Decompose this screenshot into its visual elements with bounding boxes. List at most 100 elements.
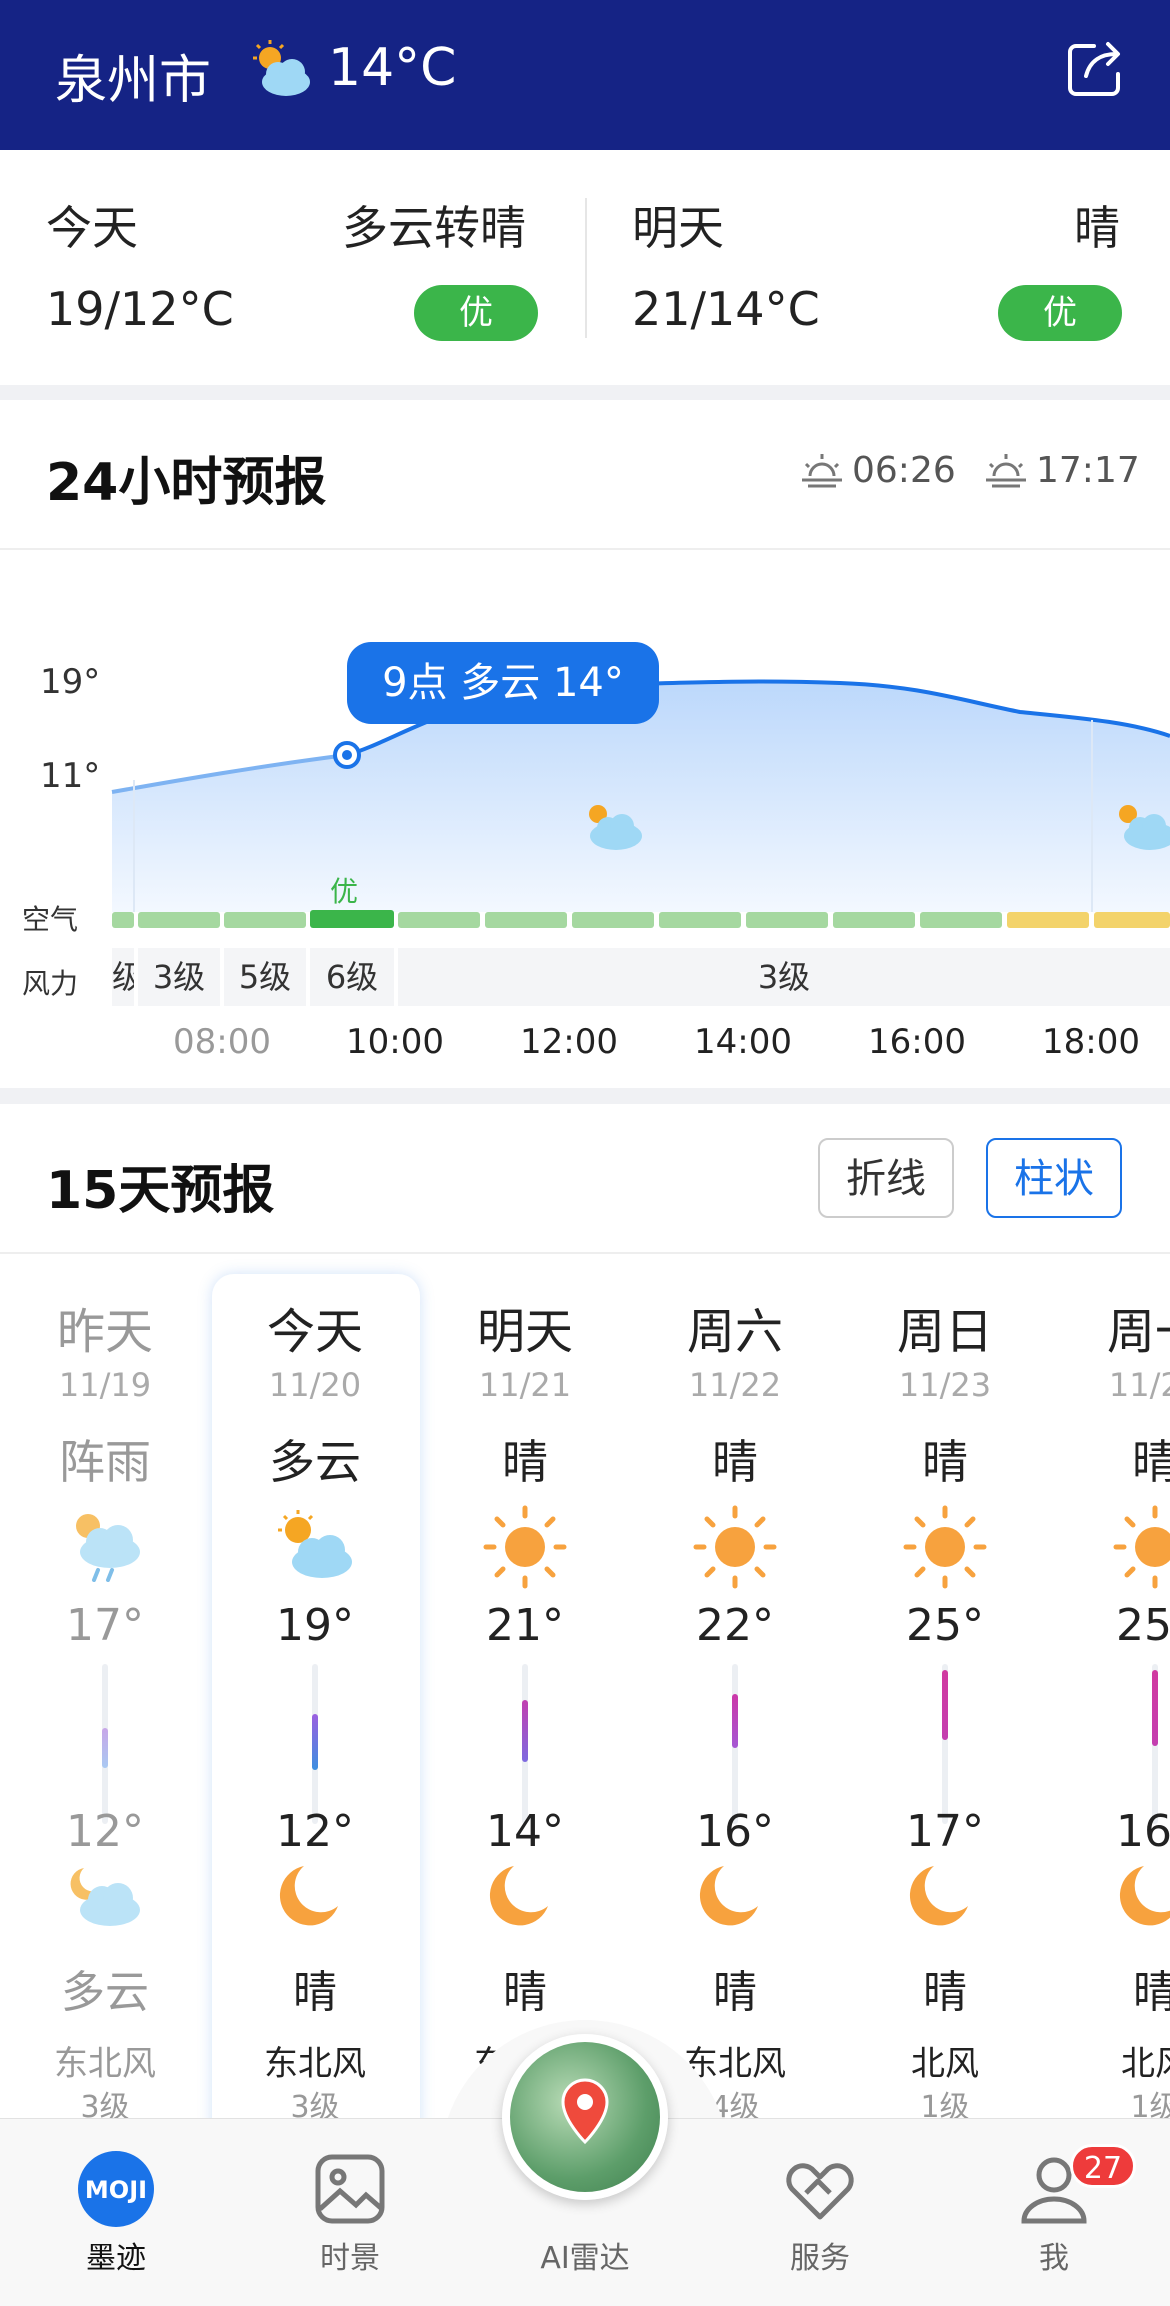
aqi-segment xyxy=(398,912,480,928)
tomorrow-label: 明天 xyxy=(632,201,724,255)
sun-icon xyxy=(693,1505,777,1589)
nav-services[interactable]: 服务 xyxy=(740,2119,900,2306)
aqi-segment xyxy=(833,912,915,928)
svg-text:MOJI: MOJI xyxy=(85,2176,147,2204)
high-temp: 22° xyxy=(696,1600,774,1651)
moon-icon xyxy=(1119,1866,1170,1926)
hour-label: 18:00 xyxy=(1042,1022,1140,1062)
day-condition: 晴 xyxy=(502,1435,548,1489)
wind-direction: 北风 xyxy=(911,2044,979,2084)
aqi-segment xyxy=(659,912,741,928)
aqi-segment xyxy=(112,912,134,928)
wind-row-label: 风力 xyxy=(22,967,79,1000)
aqi-segment xyxy=(224,912,306,928)
nav-label: 服务 xyxy=(790,2241,850,2276)
hourly-forecast-section: 24小时预报 06:26 17:17 19° 11° 9点 多云 14° 优 空… xyxy=(0,400,1170,1088)
temp-range-fill xyxy=(312,1714,318,1770)
share-icon[interactable] xyxy=(1064,38,1126,100)
radar-map-icon[interactable] xyxy=(502,2034,668,2200)
low-temp: 16° xyxy=(1116,1806,1170,1857)
tomorrow-condition: 晴 xyxy=(1074,201,1120,255)
hour-label: 12:00 xyxy=(520,1022,618,1062)
moon-icon xyxy=(279,1866,338,1926)
nav-scenes[interactable]: 时景 xyxy=(270,2119,430,2306)
today-tomorrow-card: 今天 多云转晴 19/12°C 优 明天 晴 21/14°C 优 xyxy=(0,150,1170,385)
current-hour-dot xyxy=(342,750,352,760)
hour-label: 10:00 xyxy=(346,1022,444,1062)
temp-range-fill xyxy=(522,1700,528,1762)
temp-range-fill xyxy=(942,1670,948,1740)
low-temp: 17° xyxy=(906,1806,984,1857)
current-temperature: 14°C xyxy=(328,38,457,98)
nav-moji[interactable]: MOJI 墨迹 xyxy=(36,2119,196,2306)
today-label: 今天 xyxy=(46,201,138,255)
wind-level-cell: 级 xyxy=(112,948,134,1006)
city-name[interactable]: 泉州市 xyxy=(55,38,211,113)
notification-badge: 27 xyxy=(1070,2144,1136,2188)
wind-level-cell: 6级 xyxy=(310,948,394,1006)
heart-hands-icon xyxy=(786,2163,854,2220)
high-temp: 21° xyxy=(486,1600,564,1651)
day-name: 昨天 xyxy=(56,1304,153,1360)
day-date: 11/19 xyxy=(58,1366,152,1404)
today-aqi-badge[interactable]: 优 xyxy=(414,285,538,341)
day-condition: 晴 xyxy=(1132,1435,1170,1489)
aqi-segment xyxy=(485,912,567,928)
temp-range-bar xyxy=(942,1664,948,1824)
temp-range-bar xyxy=(732,1664,738,1824)
nav-label: 我 xyxy=(1039,2241,1069,2276)
night-condition: 多云 xyxy=(61,1967,149,2018)
wind-direction: 东北风 xyxy=(54,2044,156,2084)
low-temp: 12° xyxy=(66,1806,144,1857)
low-temp: 16° xyxy=(696,1806,774,1857)
low-temp: 12° xyxy=(276,1806,354,1857)
day-condition: 晴 xyxy=(712,1435,758,1489)
moon-icon xyxy=(699,1866,758,1926)
high-temp: 19° xyxy=(276,1600,354,1651)
nav-label: AI雷达 xyxy=(540,2241,630,2276)
nav-label: 时景 xyxy=(320,2241,380,2276)
sun-icon xyxy=(1113,1505,1170,1589)
day-name: 周一 xyxy=(1106,1304,1170,1360)
moon-icon xyxy=(909,1866,968,1926)
daily-title: 15天预报 xyxy=(46,1161,275,1221)
card-divider xyxy=(585,198,587,338)
wind-direction: 北风 xyxy=(1121,2044,1170,2084)
line-view-button[interactable]: 折线 xyxy=(818,1138,954,1218)
night-cloudy-icon xyxy=(70,1868,140,1926)
hour-label: 16:00 xyxy=(868,1022,966,1062)
aqi-segment xyxy=(572,912,654,928)
night-condition: 晴 xyxy=(923,1967,967,2018)
tomorrow-aqi-badge[interactable]: 优 xyxy=(998,285,1122,341)
night-condition: 晴 xyxy=(1133,1967,1170,2018)
hour-label: 08:00 xyxy=(173,1022,271,1062)
partly-cloudy-icon xyxy=(278,1510,352,1578)
wind-level-cell: 3级 xyxy=(138,948,220,1006)
hour-tooltip: 9点 多云 14° xyxy=(347,642,659,724)
temp-range-bar xyxy=(522,1664,528,1824)
hour-label: 14:00 xyxy=(694,1022,792,1062)
temp-range-bar xyxy=(312,1664,318,1824)
shower-icon xyxy=(76,1514,140,1582)
sun-icon xyxy=(903,1505,987,1589)
moji-logo-icon: MOJI xyxy=(78,2151,154,2227)
day-date: 11/21 xyxy=(478,1366,572,1404)
y-axis-label-low: 11° xyxy=(40,756,101,796)
day-name: 周日 xyxy=(896,1304,993,1360)
photo-icon xyxy=(315,2154,385,2224)
aqi-segment xyxy=(920,912,1002,928)
location-pin-icon xyxy=(561,2078,609,2145)
day-condition: 阵雨 xyxy=(59,1435,151,1489)
high-temp: 25° xyxy=(1116,1600,1170,1651)
aqi-segment xyxy=(1094,912,1170,928)
section-divider xyxy=(0,1252,1170,1254)
tomorrow-temp-range: 21/14°C xyxy=(632,282,820,336)
sun-icon xyxy=(483,1505,567,1589)
app-header: 泉州市 14°C xyxy=(0,0,1170,150)
day-name: 今天 xyxy=(266,1304,363,1360)
bar-view-button[interactable]: 柱状 xyxy=(986,1138,1122,1218)
partly-cloudy-icon xyxy=(253,40,310,96)
day-date: 11/22 xyxy=(688,1366,782,1404)
aqi-bar-row xyxy=(112,910,1170,928)
temp-range-fill xyxy=(102,1728,108,1768)
